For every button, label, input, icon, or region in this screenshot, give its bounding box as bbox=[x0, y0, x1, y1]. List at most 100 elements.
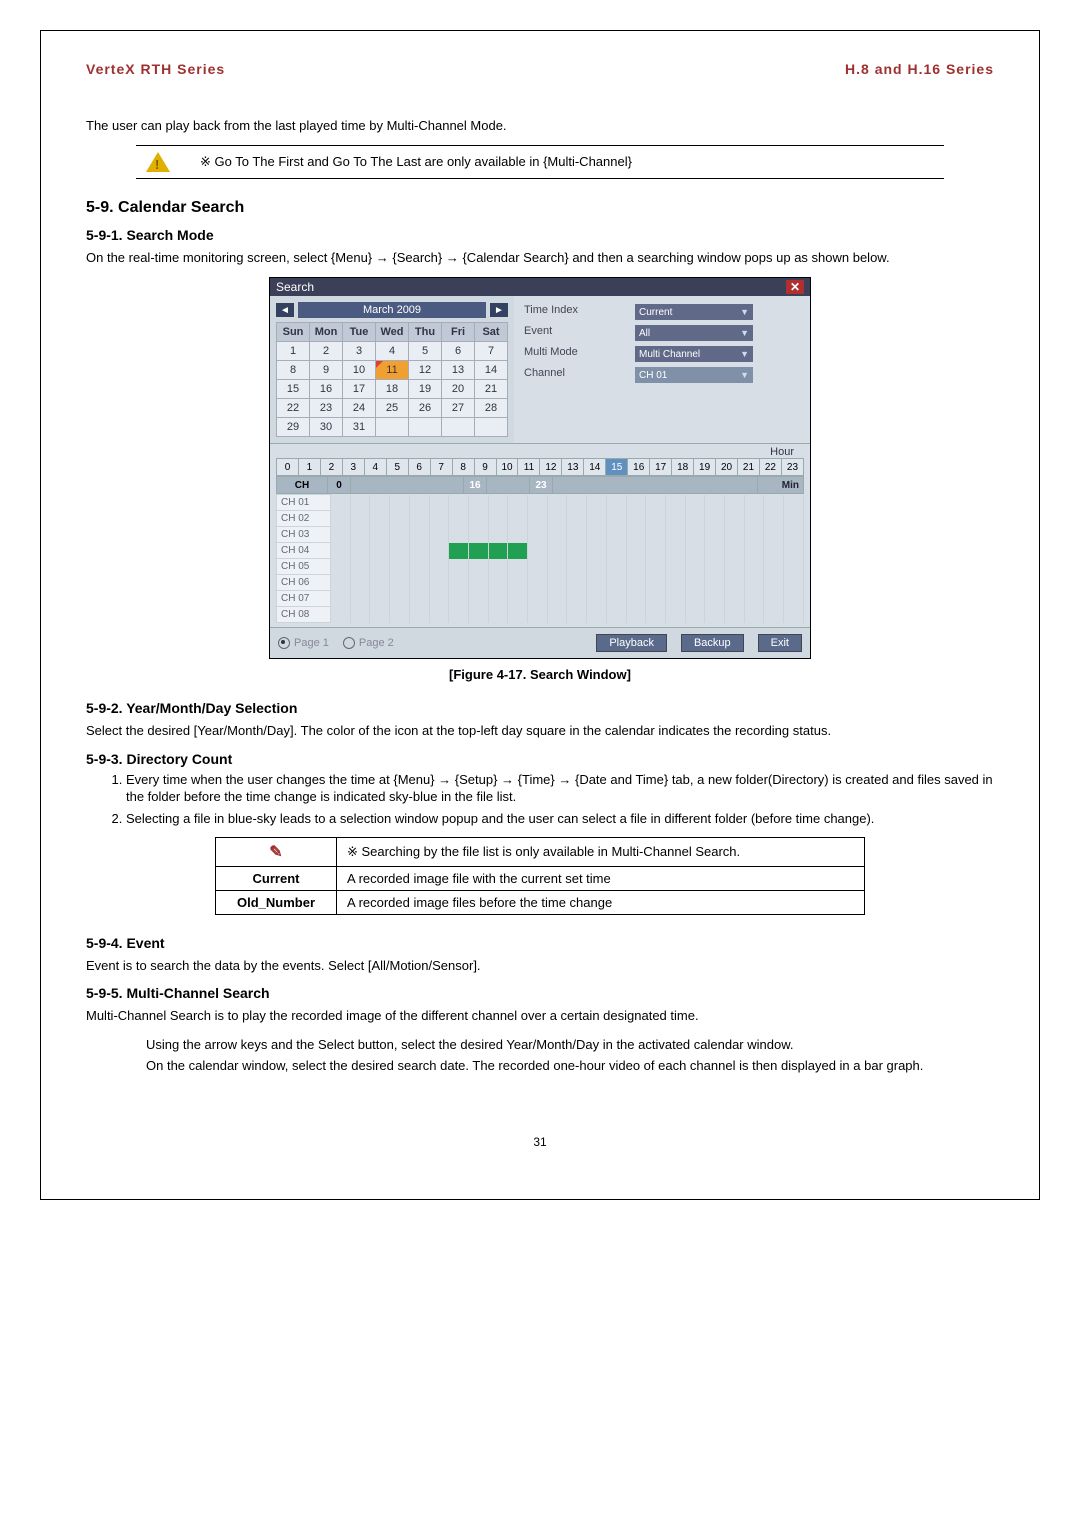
channel-minute-cell[interactable] bbox=[350, 495, 370, 511]
close-icon[interactable]: ✕ bbox=[786, 280, 804, 294]
channel-minute-cell[interactable] bbox=[449, 559, 469, 575]
channel-minute-cell[interactable] bbox=[488, 575, 508, 591]
channel-minute-cell[interactable] bbox=[429, 527, 449, 543]
exit-button[interactable]: Exit bbox=[758, 634, 802, 652]
channel-minute-cell[interactable] bbox=[449, 607, 469, 623]
channel-minute-cell[interactable] bbox=[429, 543, 449, 559]
calendar-day-cell[interactable]: 9 bbox=[310, 361, 343, 380]
channel-minute-cell[interactable] bbox=[587, 575, 607, 591]
channel-minute-cell[interactable] bbox=[665, 511, 685, 527]
backup-button[interactable]: Backup bbox=[681, 634, 744, 652]
channel-minute-cell[interactable] bbox=[409, 559, 429, 575]
calendar-day-cell[interactable]: 18 bbox=[376, 380, 409, 399]
calendar-day-cell[interactable]: 26 bbox=[409, 399, 442, 418]
hour-cell[interactable]: 21 bbox=[738, 459, 760, 476]
calendar-day-cell[interactable]: 15 bbox=[277, 380, 310, 399]
channel-minute-cell[interactable] bbox=[725, 543, 745, 559]
hour-cell[interactable]: 5 bbox=[386, 459, 408, 476]
channel-minute-cell[interactable] bbox=[705, 575, 725, 591]
channel-minute-cell[interactable] bbox=[744, 543, 764, 559]
channel-minute-cell[interactable] bbox=[390, 495, 410, 511]
channel-minute-cell[interactable] bbox=[331, 575, 351, 591]
channel-minute-cell[interactable] bbox=[350, 559, 370, 575]
channel-minute-cell[interactable] bbox=[508, 543, 528, 559]
channel-row-label[interactable]: CH 06 bbox=[277, 575, 331, 591]
calendar-day-cell[interactable]: 13 bbox=[442, 361, 475, 380]
channel-minute-cell[interactable] bbox=[784, 607, 804, 623]
channel-minute-cell[interactable] bbox=[705, 607, 725, 623]
calendar-day-cell[interactable]: 28 bbox=[475, 399, 508, 418]
channel-minute-cell[interactable] bbox=[390, 511, 410, 527]
channel-minute-cell[interactable] bbox=[409, 607, 429, 623]
hour-cell[interactable]: 15 bbox=[606, 459, 628, 476]
hour-cell[interactable]: 14 bbox=[584, 459, 606, 476]
channel-minute-cell[interactable] bbox=[390, 527, 410, 543]
calendar-day-cell[interactable]: 16 bbox=[310, 380, 343, 399]
channel-minute-cell[interactable] bbox=[547, 559, 567, 575]
hour-cell[interactable]: 11 bbox=[518, 459, 540, 476]
channel-minute-cell[interactable] bbox=[606, 591, 626, 607]
channel-minute-cell[interactable] bbox=[705, 559, 725, 575]
channel-minute-cell[interactable] bbox=[685, 543, 705, 559]
channel-minute-cell[interactable] bbox=[468, 607, 488, 623]
channel-minute-cell[interactable] bbox=[508, 559, 528, 575]
channel-timeline-grid[interactable]: CH 01CH 02CH 03CH 04CH 05CH 06CH 07CH 08 bbox=[276, 494, 804, 623]
channel-minute-cell[interactable] bbox=[626, 607, 646, 623]
channel-minute-cell[interactable] bbox=[725, 575, 745, 591]
channel-minute-cell[interactable] bbox=[528, 591, 548, 607]
channel-minute-cell[interactable] bbox=[468, 511, 488, 527]
channel-minute-cell[interactable] bbox=[449, 591, 469, 607]
channel-minute-cell[interactable] bbox=[764, 495, 784, 511]
channel-minute-cell[interactable] bbox=[370, 559, 390, 575]
channel-minute-cell[interactable] bbox=[606, 495, 626, 511]
channel-minute-cell[interactable] bbox=[547, 575, 567, 591]
channel-minute-cell[interactable] bbox=[626, 559, 646, 575]
channel-minute-cell[interactable] bbox=[587, 495, 607, 511]
channel-minute-cell[interactable] bbox=[764, 591, 784, 607]
channel-minute-cell[interactable] bbox=[508, 607, 528, 623]
hour-cell[interactable]: 16 bbox=[628, 459, 650, 476]
channel-minute-cell[interactable] bbox=[429, 559, 449, 575]
channel-minute-cell[interactable] bbox=[784, 527, 804, 543]
calendar-grid[interactable]: SunMonTueWedThuFriSat 123456789101112131… bbox=[276, 322, 508, 437]
calendar-day-cell[interactable]: 12 bbox=[409, 361, 442, 380]
channel-minute-cell[interactable] bbox=[725, 559, 745, 575]
channel-minute-cell[interactable] bbox=[665, 527, 685, 543]
calendar-day-cell[interactable]: 1 bbox=[277, 342, 310, 361]
channel-minute-cell[interactable] bbox=[331, 607, 351, 623]
hour-cell[interactable]: 19 bbox=[694, 459, 716, 476]
channel-row-label[interactable]: CH 05 bbox=[277, 559, 331, 575]
channel-minute-cell[interactable] bbox=[567, 527, 587, 543]
hour-cell[interactable]: 7 bbox=[430, 459, 452, 476]
channel-minute-cell[interactable] bbox=[409, 543, 429, 559]
channel-minute-cell[interactable] bbox=[488, 591, 508, 607]
channel-minute-cell[interactable] bbox=[665, 591, 685, 607]
channel-minute-cell[interactable] bbox=[626, 495, 646, 511]
channel-minute-cell[interactable] bbox=[449, 511, 469, 527]
calendar-day-cell[interactable]: 11 bbox=[376, 361, 409, 380]
channel-minute-cell[interactable] bbox=[528, 607, 548, 623]
channel-minute-cell[interactable] bbox=[370, 591, 390, 607]
channel-minute-cell[interactable] bbox=[764, 575, 784, 591]
calendar-day-cell[interactable]: 3 bbox=[343, 342, 376, 361]
calendar-day-cell[interactable]: 30 bbox=[310, 418, 343, 437]
channel-minute-cell[interactable] bbox=[528, 575, 548, 591]
channel-minute-cell[interactable] bbox=[744, 591, 764, 607]
page1-radio[interactable]: Page 1 bbox=[278, 637, 329, 649]
channel-minute-cell[interactable] bbox=[587, 543, 607, 559]
channel-minute-cell[interactable] bbox=[665, 559, 685, 575]
channel-minute-cell[interactable] bbox=[370, 575, 390, 591]
channel-minute-cell[interactable] bbox=[468, 527, 488, 543]
channel-minute-cell[interactable] bbox=[587, 511, 607, 527]
channel-minute-cell[interactable] bbox=[409, 511, 429, 527]
channel-minute-cell[interactable] bbox=[587, 559, 607, 575]
channel-minute-cell[interactable] bbox=[409, 527, 429, 543]
channel-minute-cell[interactable] bbox=[685, 575, 705, 591]
calendar-day-cell[interactable]: 5 bbox=[409, 342, 442, 361]
channel-minute-cell[interactable] bbox=[429, 495, 449, 511]
channel-minute-cell[interactable] bbox=[488, 559, 508, 575]
channel-minute-cell[interactable] bbox=[784, 511, 804, 527]
calendar-day-cell[interactable]: 17 bbox=[343, 380, 376, 399]
channel-minute-cell[interactable] bbox=[409, 495, 429, 511]
channel-minute-cell[interactable] bbox=[685, 495, 705, 511]
